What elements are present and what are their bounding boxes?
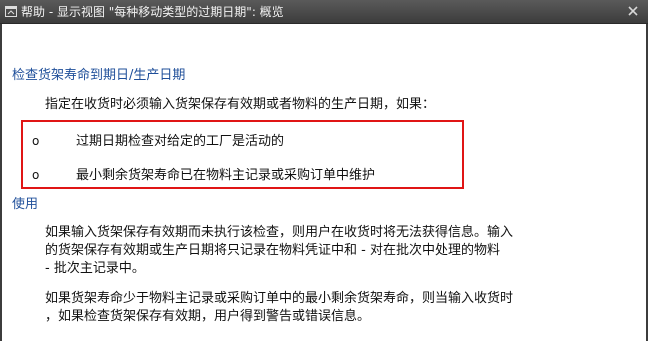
bullet-icon: o <box>32 168 40 182</box>
window-title: 帮助 - 显示视图 "每种移动类型的过期日期": 概览 <box>21 5 284 19</box>
check-intro-text: 指定在收货时必须输入货架保存有效期或者物料的生产日期，如果： <box>45 97 436 112</box>
use-paragraph-1-line: 如果输入货架保存有效期而未执行该检查，则用户在收货时将无法获得信息。输入 <box>45 225 514 240</box>
condition-text: 过期日期检查对给定的工厂是活动的 <box>76 134 285 149</box>
section-heading-use: 使用 <box>12 197 39 212</box>
help-window-icon <box>5 6 17 17</box>
bullet-icon: o <box>32 134 40 148</box>
section-heading-check: 检查货架寿命到期日/生产日期 <box>12 68 186 83</box>
close-icon[interactable] <box>626 4 640 18</box>
window-titlebar: 帮助 - 显示视图 "每种移动类型的过期日期": 概览 <box>0 0 648 24</box>
list-item: o 过期日期检查对给定的工厂是活动的 <box>30 130 284 149</box>
use-paragraph-2-line: 如果货架寿命少于物料主记录或采购订单中的最小剩余货架寿命，则当输入收货时 <box>45 291 514 306</box>
use-paragraph-2-line: ，如果检查货架保存有效期，用户得到警告或错误信息。 <box>45 309 371 324</box>
use-paragraph-1-line: - 批次主记录中。 <box>45 261 145 276</box>
use-paragraph-1-line: 的货架保存有效期或生产日期将只记录在物料凭证中和 - 对在批次中处理的物料 <box>45 243 500 258</box>
list-item: o 最小剩余货架寿命已在物料主记录或采购订单中维护 <box>30 164 375 183</box>
condition-text: 最小剩余货架寿命已在物料主记录或采购订单中维护 <box>76 168 376 183</box>
